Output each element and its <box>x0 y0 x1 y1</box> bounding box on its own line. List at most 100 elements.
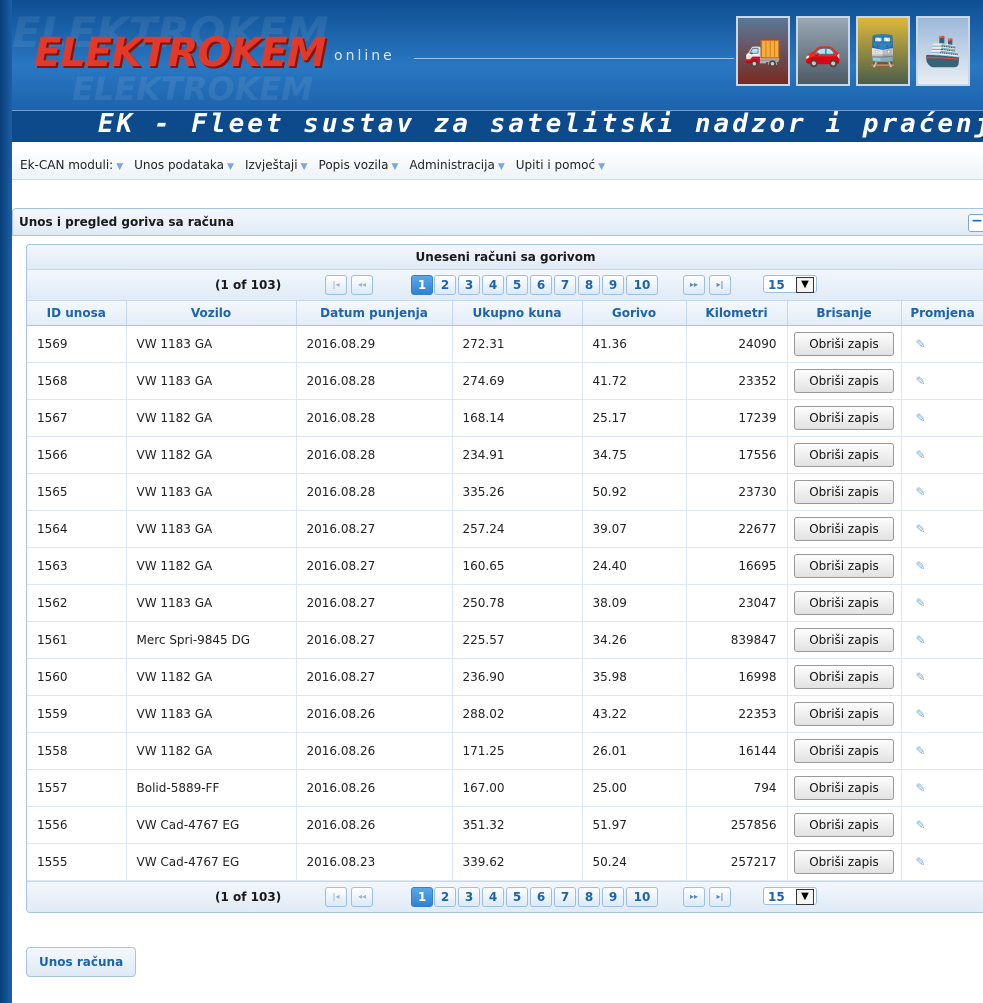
column-header[interactable]: Ukupno kuna <box>452 301 583 326</box>
cell-vozilo: VW 1183 GA <box>126 473 297 511</box>
cell-delete: Obriši zapis <box>787 695 902 733</box>
page-button[interactable]: 10 <box>626 887 658 907</box>
pencil-icon[interactable]: ✎ <box>916 485 926 499</box>
rows-per-page-select[interactable]: 15 ▼ <box>763 275 817 293</box>
site-logo[interactable]: ELEKTROKEM <box>34 30 326 76</box>
pencil-icon[interactable]: ✎ <box>916 707 926 721</box>
page-button[interactable]: 4 <box>482 275 504 295</box>
page-button[interactable]: 6 <box>530 887 552 907</box>
last-page-button[interactable]: ▸| <box>709 887 731 907</box>
pencil-icon[interactable]: ✎ <box>916 744 926 758</box>
pencil-icon[interactable]: ✎ <box>916 411 926 425</box>
page-button[interactable]: 10 <box>626 275 658 295</box>
delete-record-button[interactable]: Obriši zapis <box>794 813 894 837</box>
cell-datum: 2016.08.28 <box>296 362 453 400</box>
last-page-button[interactable]: ▸| <box>709 275 731 295</box>
menu-item[interactable]: Unos podataka ▼ <box>134 158 234 172</box>
column-header[interactable]: Promjena <box>901 301 983 326</box>
column-header[interactable]: Datum punjenja <box>296 301 453 326</box>
cell-datum: 2016.08.26 <box>296 732 453 770</box>
next-page-button[interactable]: ▸▸ <box>683 275 705 295</box>
delete-record-button[interactable]: Obriši zapis <box>794 443 894 467</box>
menu-item[interactable]: Izvještaji ▼ <box>245 158 308 172</box>
menu-item[interactable]: Administracija ▼ <box>409 158 504 172</box>
column-header[interactable]: ID unosa <box>27 301 127 326</box>
delete-record-button[interactable]: Obriši zapis <box>794 702 894 726</box>
pencil-icon[interactable]: ✎ <box>916 670 926 684</box>
chevron-down-icon[interactable]: ▼ <box>796 889 814 905</box>
table-row: 1556 VW Cad-4767 EG 2016.08.26 351.32 51.97 2… <box>27 806 983 844</box>
prev-page-button[interactable]: ◂◂ <box>351 887 373 907</box>
cell-vozilo: VW Cad-4767 EG <box>126 843 297 881</box>
column-header[interactable]: Brisanje <box>787 301 902 326</box>
rows-per-page-select[interactable]: 15 ▼ <box>763 887 817 905</box>
cell-km: 22353 <box>686 695 788 733</box>
page-button[interactable]: 5 <box>506 887 528 907</box>
page-button[interactable]: 4 <box>482 887 504 907</box>
collapse-button[interactable]: − <box>968 214 983 232</box>
cell-id: 1555 <box>27 843 127 881</box>
page-button[interactable]: 3 <box>458 887 480 907</box>
page-button[interactable]: 2 <box>434 887 456 907</box>
first-page-button[interactable]: |◂ <box>325 887 347 907</box>
pencil-icon[interactable]: ✎ <box>916 855 926 869</box>
page-button[interactable]: 9 <box>602 275 624 295</box>
prev-page-button[interactable]: ◂◂ <box>351 275 373 295</box>
pencil-icon[interactable]: ✎ <box>916 596 926 610</box>
delete-record-button[interactable]: Obriši zapis <box>794 554 894 578</box>
column-header[interactable]: Gorivo <box>582 301 687 326</box>
page-button[interactable]: 3 <box>458 275 480 295</box>
delete-record-button[interactable]: Obriši zapis <box>794 850 894 874</box>
page-button[interactable]: 7 <box>554 887 576 907</box>
delete-record-button[interactable]: Obriši zapis <box>794 665 894 689</box>
cell-vozilo: VW 1183 GA <box>126 510 297 548</box>
pencil-icon[interactable]: ✎ <box>916 448 926 462</box>
page-button[interactable]: 6 <box>530 275 552 295</box>
pencil-icon[interactable]: ✎ <box>916 781 926 795</box>
delete-record-button[interactable]: Obriši zapis <box>794 406 894 430</box>
page-button[interactable]: 5 <box>506 275 528 295</box>
cell-edit: ✎ <box>901 473 983 511</box>
first-page-button[interactable]: |◂ <box>325 275 347 295</box>
menu-item[interactable]: Popis vozila ▼ <box>319 158 399 172</box>
pencil-icon[interactable]: ✎ <box>916 522 926 536</box>
main-menu: Ek-CAN moduli: ▼ Unos podataka ▼ Izvještaji ▼… <box>12 150 983 180</box>
cell-km: 17556 <box>686 436 788 474</box>
pencil-icon[interactable]: ✎ <box>916 337 926 351</box>
menu-item[interactable]: Upiti i pomoć ▼ <box>516 158 605 172</box>
page-button[interactable]: 8 <box>578 275 600 295</box>
cell-delete: Obriši zapis <box>787 584 902 622</box>
page-button[interactable]: 8 <box>578 887 600 907</box>
delete-record-button[interactable]: Obriši zapis <box>794 332 894 356</box>
column-header[interactable]: Vozilo <box>126 301 297 326</box>
rows-per-page-value: 15 <box>768 278 785 292</box>
pencil-icon[interactable]: ✎ <box>916 374 926 388</box>
delete-record-button[interactable]: Obriši zapis <box>794 517 894 541</box>
delete-record-button[interactable]: Obriši zapis <box>794 739 894 763</box>
table-row: 1565 VW 1183 GA 2016.08.28 335.26 50.92 23730… <box>27 473 983 511</box>
cell-delete: Obriši zapis <box>787 621 902 659</box>
next-page-button[interactable]: ▸▸ <box>683 887 705 907</box>
chevron-down-icon: ▼ <box>391 161 399 172</box>
chevron-down-icon[interactable]: ▼ <box>796 277 814 293</box>
column-header[interactable]: Kilometri <box>686 301 788 326</box>
page-button[interactable]: 2 <box>434 275 456 295</box>
page-button[interactable]: 1 <box>411 275 433 295</box>
page-button[interactable]: 1 <box>411 887 433 907</box>
cell-gorivo: 25.17 <box>582 399 687 437</box>
menu-item[interactable]: Ek-CAN moduli: ▼ <box>20 158 123 172</box>
delete-record-button[interactable]: Obriši zapis <box>794 591 894 615</box>
delete-record-button[interactable]: Obriši zapis <box>794 369 894 393</box>
delete-record-button[interactable]: Obriši zapis <box>794 776 894 800</box>
cell-gorivo: 50.92 <box>582 473 687 511</box>
pencil-icon[interactable]: ✎ <box>916 818 926 832</box>
cell-edit: ✎ <box>901 843 983 881</box>
page-button[interactable]: 9 <box>602 887 624 907</box>
delete-record-button[interactable]: Obriši zapis <box>794 480 894 504</box>
pencil-icon[interactable]: ✎ <box>916 633 926 647</box>
add-receipt-button[interactable]: Unos računa <box>26 947 137 977</box>
delete-record-button[interactable]: Obriši zapis <box>794 628 894 652</box>
pencil-icon[interactable]: ✎ <box>916 559 926 573</box>
page-button[interactable]: 7 <box>554 275 576 295</box>
cell-delete: Obriši zapis <box>787 399 902 437</box>
